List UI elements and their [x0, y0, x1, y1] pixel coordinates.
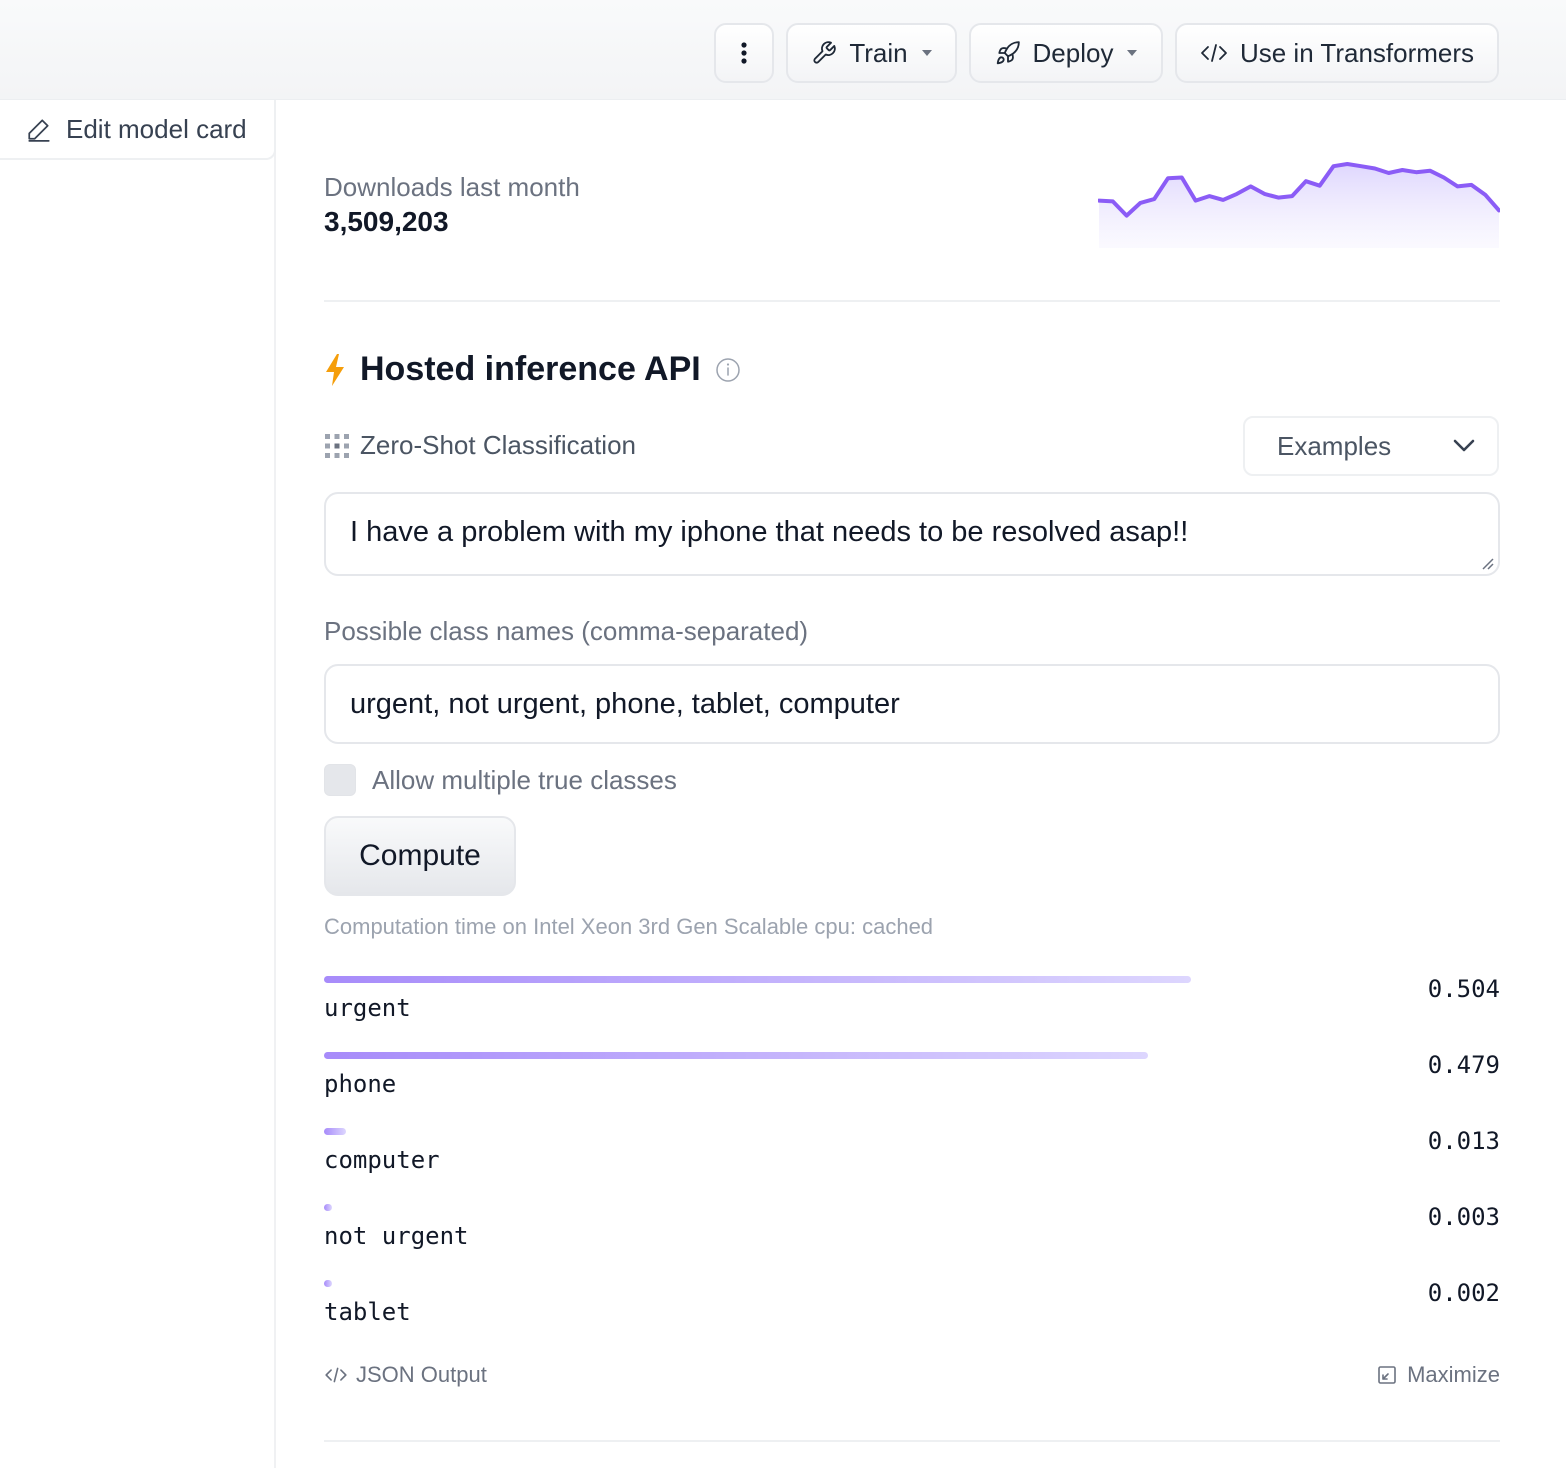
result-score: 0.003	[1427, 1203, 1500, 1231]
score-bar	[324, 1128, 347, 1135]
maximize-button[interactable]: Maximize	[1377, 1362, 1500, 1388]
resize-handle-icon[interactable]	[1480, 556, 1494, 570]
class-names-input[interactable]: urgent, not urgent, phone, tablet, compu…	[324, 664, 1500, 744]
result-item: computer 0.013	[324, 1124, 1500, 1200]
result-item: not urgent 0.003	[324, 1200, 1500, 1276]
train-button[interactable]: Train	[786, 23, 957, 83]
input-text: I have a problem with my iphone that nee…	[350, 516, 1189, 548]
class-names-label: Possible class names (comma-separated)	[324, 616, 809, 646]
info-icon[interactable]	[715, 357, 741, 383]
downloads-sparkline	[1098, 162, 1500, 248]
multi-label-checkbox[interactable]	[324, 764, 356, 796]
examples-label: Examples	[1277, 430, 1392, 461]
result-label: phone	[324, 1070, 397, 1098]
result-label: not urgent	[324, 1222, 469, 1250]
deploy-button[interactable]: Deploy	[969, 23, 1163, 83]
task-name: Zero-Shot Classification	[360, 430, 636, 460]
chevron-down-icon	[921, 50, 932, 56]
task-label: Zero-Shot Classification	[324, 430, 636, 461]
class-names-value: urgent, not urgent, phone, tablet, compu…	[350, 688, 900, 720]
code-icon	[325, 1367, 347, 1383]
downloads-value: 3,509,203	[324, 206, 449, 237]
more-options-button[interactable]	[714, 23, 774, 83]
pencil-icon	[28, 119, 50, 142]
result-item: tablet 0.002	[324, 1276, 1500, 1352]
use-in-transformers-button[interactable]: Use in Transformers	[1175, 23, 1499, 83]
code-icon	[1201, 44, 1227, 62]
more-vertical-icon	[741, 42, 747, 64]
score-bar	[324, 1052, 1148, 1059]
input-textarea[interactable]: I have a problem with my iphone that nee…	[324, 492, 1500, 576]
chevron-down-icon	[1127, 50, 1138, 56]
rocket-icon	[996, 41, 1020, 65]
result-score: 0.504	[1427, 975, 1500, 1003]
multi-label-option: Allow multiple true classes	[324, 764, 677, 796]
downloads-label: Downloads last month	[324, 172, 580, 202]
inference-api-title: Hosted inference API	[360, 350, 701, 388]
result-label: tablet	[324, 1298, 411, 1326]
wrench-icon	[813, 41, 837, 64]
result-label: computer	[324, 1146, 440, 1174]
result-item: urgent 0.504	[324, 972, 1500, 1048]
maximize-icon	[1378, 1366, 1396, 1384]
score-bar	[324, 976, 1191, 983]
compute-label: Compute	[359, 839, 481, 872]
maximize-label: Maximize	[1407, 1362, 1500, 1387]
score-bar	[324, 1204, 332, 1211]
use-in-transformers-label: Use in Transformers	[1239, 37, 1475, 68]
inference-api-header: Hosted inference API	[324, 350, 741, 389]
result-item: phone 0.479	[324, 1048, 1500, 1124]
section-divider	[324, 1440, 1500, 1442]
result-score: 0.013	[1427, 1127, 1500, 1155]
chevron-down-icon	[1453, 439, 1475, 452]
examples-dropdown[interactable]: Examples	[1243, 416, 1499, 476]
lightning-icon	[326, 353, 344, 386]
score-bar	[324, 1280, 332, 1287]
compute-button[interactable]: Compute	[324, 816, 516, 896]
sidebar	[0, 100, 276, 1468]
edit-model-card-label: Edit model card	[66, 113, 247, 144]
section-divider	[324, 300, 1500, 302]
result-label: urgent	[324, 994, 411, 1022]
json-output-button[interactable]: JSON Output	[324, 1362, 487, 1388]
multi-label-text: Allow multiple true classes	[372, 764, 677, 795]
model-toolbar: Train Deploy Use in Transformers	[0, 0, 1566, 100]
zero-shot-classification-icon	[325, 433, 349, 458]
computation-time: Computation time on Intel Xeon 3rd Gen S…	[324, 914, 934, 939]
edit-model-card-button[interactable]: Edit model card	[0, 100, 276, 160]
deploy-label: Deploy	[1032, 37, 1114, 68]
train-label: Train	[849, 37, 908, 68]
result-score: 0.002	[1427, 1279, 1500, 1307]
result-score: 0.479	[1427, 1051, 1500, 1079]
json-output-label: JSON Output	[356, 1362, 487, 1387]
